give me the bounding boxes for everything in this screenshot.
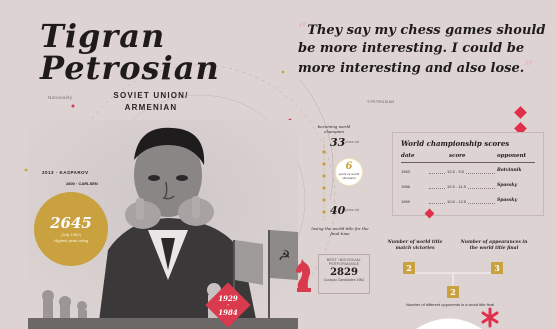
nationality-value: SOVIET UNION/ ARMENIAN <box>76 90 226 114</box>
quote-text: They say my chess games should be more i… <box>298 23 546 76</box>
death-year: 1984 <box>218 308 238 317</box>
dot-red <box>71 104 75 108</box>
nationality-label: Nationality <box>48 95 73 100</box>
age-end-value: 40 <box>330 204 346 217</box>
chess-knight-icon <box>296 259 311 292</box>
score-row-2-date: 1966 <box>401 184 410 189</box>
best-performance-event: Curaçao Candidates 1962 <box>323 278 365 282</box>
title-line-2: Petrosian <box>40 49 220 87</box>
years-champion-badge: 6 years as world champion <box>335 158 363 186</box>
scores-table-title: World championship scores <box>401 139 510 148</box>
peak-rating-value: 2645 <box>50 214 92 232</box>
score-row-1-date: 1963 <box>401 169 410 174</box>
score-row-1-opponent: Botvinnik <box>497 168 522 173</box>
peak-rating-caption: Highest peak rating <box>53 238 89 243</box>
page-title: Tigran Petrosian <box>40 20 220 84</box>
timeline-track <box>322 138 326 220</box>
scores-header-score: score <box>449 153 466 159</box>
appearances-value: 3 <box>491 262 503 274</box>
asterisk-icon <box>481 307 499 328</box>
best-performance-value: 2829 <box>330 267 358 278</box>
best-performance-label: BEST INDIVIDUAL PERFORMANCE <box>326 258 362 266</box>
quote-author: T.PETROSIAN <box>367 100 395 104</box>
chess-king-icon <box>416 318 482 329</box>
quote-open-mark: “ <box>298 19 308 38</box>
dot-gold <box>24 168 28 172</box>
timeline-top-label: becoming world champion <box>317 124 351 134</box>
infographic-page: Tigran Petrosian Nationality SOVIET UNIO… <box>0 0 556 329</box>
scores-header-opponent: opponent <box>497 153 527 159</box>
score-row-2-score: 12.5 - 11.5 <box>445 184 468 189</box>
nationality-line-2: ARMENIAN <box>124 103 178 112</box>
lifespan-text: 1929 - 1984 <box>212 294 244 317</box>
nationality-line-1: SOVIET UNION/ <box>113 91 189 100</box>
dot-gold <box>281 70 285 74</box>
scores-header-date: date <box>401 153 415 159</box>
age-start-unit: years old <box>345 140 360 144</box>
score-row-3-opponent: Spassky <box>497 198 518 203</box>
best-performance-box: BEST INDIVIDUAL PERFORMANCE 2829 Curaçao… <box>318 254 370 294</box>
score-row-3-score: 10.5 - 12.5 <box>445 199 469 204</box>
title-line-1: Tigran <box>40 17 166 55</box>
score-row-2-opponent: Spassky <box>497 183 518 188</box>
championship-scores-table: World championship scores date score opp… <box>392 132 544 216</box>
years-champion-label: years as world champion <box>338 172 360 180</box>
quote: “They say my chess games should be more … <box>298 20 548 78</box>
age-end-unit: years old <box>345 208 360 212</box>
rating-compare-kasparov: 2013 · KASPAROV <box>42 170 89 175</box>
appearances-label: Number of appearances in the world title… <box>460 240 528 251</box>
score-row-1-score: 12.5 - 9.5 <box>445 169 466 174</box>
age-start-value: 33 <box>330 136 346 149</box>
svg-text:☭: ☭ <box>278 248 291 264</box>
scores-header-divider <box>401 162 535 163</box>
timeline-bottom-label: losing the world title for the final tim… <box>311 226 369 236</box>
opponents-value: 2 <box>447 286 459 298</box>
victories-value: 2 <box>403 262 415 274</box>
quote-close-mark: ” <box>524 57 534 76</box>
score-row-3-date: 1969 <box>401 199 410 204</box>
rating-compare-carlsen: 2800 · CARLSEN <box>66 181 98 186</box>
peak-rating-badge: 2645 (July 1962) Highest peak rating <box>34 192 108 266</box>
years-champion-value: 6 <box>345 161 353 172</box>
victories-label: Number of world title match victories <box>387 240 443 251</box>
